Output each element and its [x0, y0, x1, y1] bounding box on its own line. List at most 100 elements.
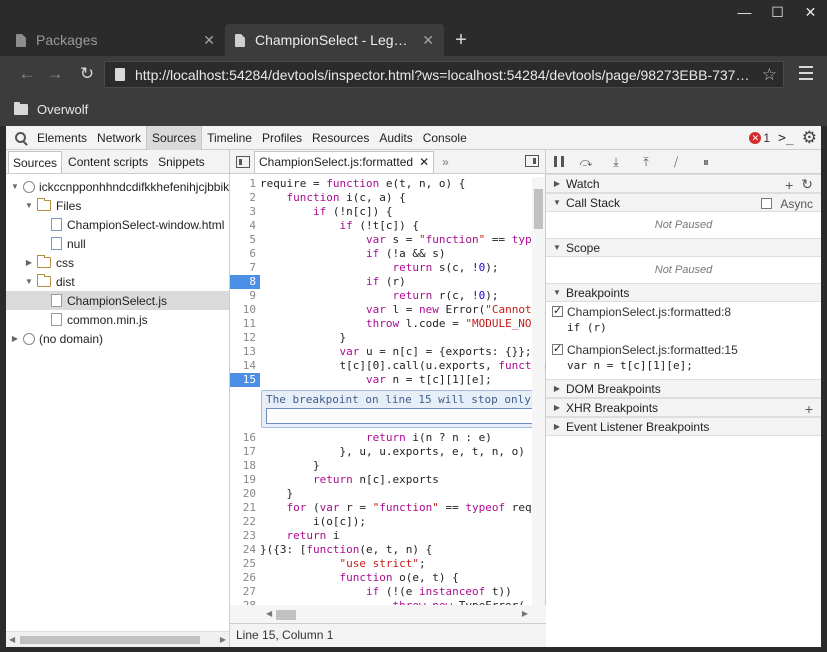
line-number[interactable]: 27 [230, 585, 260, 599]
tree-item[interactable]: ▼ ickccnpponhhndcdifkkhefenihjcjbbik [6, 177, 229, 196]
breakpoint-marker[interactable]: 15 [230, 373, 260, 387]
tab-snippets[interactable]: Snippets [154, 151, 209, 173]
tree-item[interactable]: null [6, 234, 229, 253]
pause-icon[interactable] [554, 156, 564, 167]
tab-sources[interactable]: Sources [146, 125, 203, 150]
url-text[interactable]: http://localhost:54284/devtools/inspecto… [135, 67, 756, 83]
tree-item[interactable]: common.min.js [6, 310, 229, 329]
tree-item[interactable]: ▼ dist [6, 272, 229, 291]
navigator-horizontal-scrollbar[interactable]: ◀ ▶ [6, 631, 229, 647]
breakpoint-item[interactable]: ChampionSelect.js:formatted:8 if (r) [546, 302, 821, 337]
scroll-right-icon[interactable]: ▶ [522, 609, 528, 618]
tab-close-icon[interactable]: ✕ [203, 32, 215, 49]
async-checkbox[interactable] [761, 198, 773, 209]
line-number[interactable]: 1 [230, 177, 260, 191]
error-count[interactable]: 1 [763, 131, 770, 145]
line-number[interactable]: 25 [230, 557, 260, 571]
tab-timeline[interactable]: Timeline [202, 126, 257, 150]
toggle-debugger-icon[interactable] [525, 155, 539, 167]
editor-horizontal-scrollbar[interactable]: ◀ ▶ [230, 605, 546, 623]
section-dom-breakpoints[interactable]: ▶ DOM Breakpoints [546, 379, 821, 398]
maximize-icon[interactable]: ☐ [761, 0, 794, 24]
breakpoint-checkbox[interactable] [552, 304, 563, 317]
line-number[interactable]: 5 [230, 233, 260, 247]
line-number[interactable]: 10 [230, 303, 260, 317]
tab-profiles[interactable]: Profiles [257, 126, 307, 150]
forward-arrow-icon[interactable]: → [44, 64, 66, 84]
browser-tab-championselect[interactable]: ChampionSelect - Legend... ✕ [225, 24, 444, 56]
step-over-icon[interactable]: ⤼ [578, 155, 594, 169]
tab-resources[interactable]: Resources [307, 126, 374, 150]
scroll-left-icon[interactable]: ◀ [9, 635, 15, 644]
expand-icon[interactable]: ▶ [24, 258, 34, 267]
scrollbar-thumb[interactable] [534, 189, 543, 229]
section-scope[interactable]: ▼ Scope [546, 238, 821, 257]
back-arrow-icon[interactable]: ← [16, 64, 38, 84]
line-number[interactable]: 19 [230, 473, 260, 487]
tab-audits[interactable]: Audits [374, 126, 417, 150]
tree-item[interactable]: ▼ Files [6, 196, 229, 215]
more-tabs-icon[interactable]: » [442, 155, 449, 169]
scroll-left-icon[interactable]: ◀ [266, 609, 272, 618]
tree-item[interactable]: ChampionSelect-window.html [6, 215, 229, 234]
tab-network[interactable]: Network [92, 126, 146, 150]
line-number[interactable]: 12 [230, 331, 260, 345]
line-number[interactable]: 3 [230, 205, 260, 219]
section-xhr-breakpoints[interactable]: ▶ XHR Breakpoints + [546, 398, 821, 417]
expand-icon[interactable]: ▶ [10, 334, 20, 343]
breakpoint-marker[interactable]: 8 [230, 275, 260, 289]
console-drawer-icon[interactable]: >_ [778, 131, 794, 146]
line-number[interactable]: 4 [230, 219, 260, 233]
address-bar[interactable]: http://localhost:54284/devtools/inspecto… [104, 61, 784, 88]
tab-content-scripts[interactable]: Content scripts [64, 151, 152, 173]
add-icon[interactable]: + [805, 401, 813, 417]
scroll-right-icon[interactable]: ▶ [220, 635, 226, 644]
step-out-icon[interactable]: ⤒ [638, 155, 654, 169]
tab-console[interactable]: Console [418, 126, 472, 150]
line-number[interactable]: 20 [230, 487, 260, 501]
code-area[interactable]: 1 require = function e(t, n, o) {2 functi… [230, 177, 546, 623]
condition-input[interactable] [266, 408, 536, 424]
line-number[interactable]: 22 [230, 515, 260, 529]
inspect-search-icon[interactable] [10, 126, 32, 150]
tab-close-icon[interactable]: ✕ [422, 32, 434, 49]
editor-tab-file[interactable]: ChampionSelect.js:formatted ✕ [254, 150, 435, 173]
line-number[interactable]: 17 [230, 445, 260, 459]
toggle-navigator-icon[interactable] [236, 155, 250, 168]
close-window-icon[interactable]: ✕ [794, 0, 827, 24]
tree-item[interactable]: ChampionSelect.js [6, 291, 229, 310]
line-number[interactable]: 23 [230, 529, 260, 543]
tab-sources-nav[interactable]: Sources [8, 150, 63, 173]
section-event-listener-breakpoints[interactable]: ▶ Event Listener Breakpoints [546, 417, 821, 436]
line-number[interactable]: 2 [230, 191, 260, 205]
line-number[interactable]: 18 [230, 459, 260, 473]
gear-icon[interactable]: ⚙ [802, 128, 817, 148]
section-breakpoints[interactable]: ▼ Breakpoints [546, 283, 821, 302]
breakpoint-item[interactable]: ChampionSelect.js:formatted:15 var n = t… [546, 340, 821, 375]
step-into-icon[interactable]: ⤓ [608, 155, 624, 169]
line-number[interactable]: 26 [230, 571, 260, 585]
error-icon[interactable]: ✕ [749, 132, 762, 144]
browser-tab-packages[interactable]: Packages ✕ [6, 24, 225, 56]
line-number[interactable]: 13 [230, 345, 260, 359]
reload-icon[interactable]: ↻ [76, 64, 98, 84]
line-number[interactable]: 21 [230, 501, 260, 515]
line-number[interactable]: 9 [230, 289, 260, 303]
line-number[interactable]: 24 [230, 543, 260, 557]
collapse-icon[interactable]: ▼ [24, 201, 34, 210]
deactivate-breakpoints-icon[interactable]: ⧸ [668, 155, 684, 169]
section-call-stack[interactable]: ▼ Call Stack Async [546, 193, 821, 212]
refresh-icon[interactable]: ↻ [801, 176, 813, 193]
new-tab-icon[interactable]: + [444, 24, 478, 56]
collapse-icon[interactable]: ▼ [24, 277, 34, 286]
line-number[interactable]: 11 [230, 317, 260, 331]
editor-vertical-scrollbar[interactable] [532, 177, 545, 605]
collapse-icon[interactable]: ▼ [10, 182, 20, 191]
bookmark-star-icon[interactable]: ☆ [756, 65, 783, 85]
add-icon[interactable]: + [785, 177, 793, 193]
line-number[interactable]: 6 [230, 247, 260, 261]
section-watch[interactable]: ▶ Watch + ↻ [546, 174, 821, 193]
close-icon[interactable]: ✕ [419, 151, 429, 173]
breakpoint-checkbox[interactable] [552, 342, 563, 355]
tree-item[interactable]: ▶ (no domain) [6, 329, 229, 348]
